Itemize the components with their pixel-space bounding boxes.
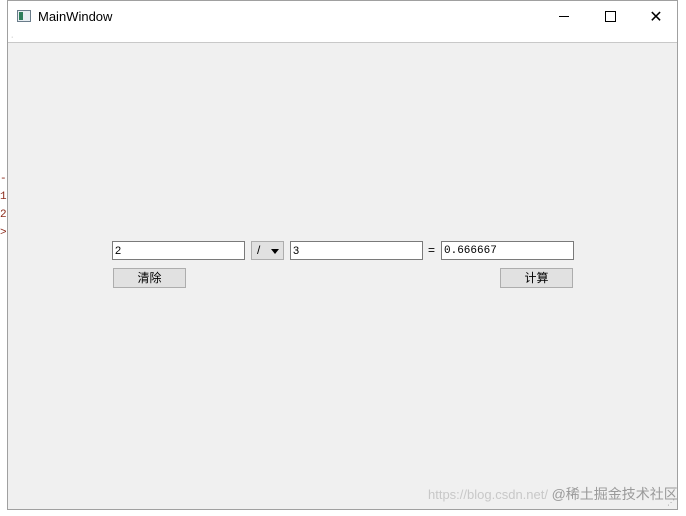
operator-value: / xyxy=(257,243,261,257)
maximize-button[interactable] xyxy=(587,1,633,32)
window-title: MainWindow xyxy=(38,9,113,24)
watermark: https://blog.csdn.net/ @稀土掘金技术社区 xyxy=(428,484,678,504)
title-bar[interactable]: MainWindow ✕ xyxy=(8,1,677,32)
menu-bar: · xyxy=(8,32,677,43)
app-window-icon xyxy=(17,10,31,22)
watermark-url: https://blog.csdn.net/ xyxy=(428,487,548,502)
clear-button[interactable]: 清除 xyxy=(113,268,186,288)
toolbar-grip-icon: · xyxy=(11,34,14,41)
minimize-button[interactable] xyxy=(541,1,587,32)
minimize-icon xyxy=(559,16,569,17)
equals-label: = xyxy=(428,243,436,257)
close-icon: ✕ xyxy=(649,8,663,26)
main-window: MainWindow ✕ · / = 清除 计算 ⋰ xyxy=(7,0,678,510)
operand2-input[interactable] xyxy=(290,241,423,260)
operator-select[interactable]: / xyxy=(251,241,284,260)
watermark-brand: @稀土掘金技术社区 xyxy=(551,486,678,502)
operand1-input[interactable] xyxy=(112,241,245,260)
maximize-icon xyxy=(604,11,616,22)
close-button[interactable]: ✕ xyxy=(633,1,679,32)
compute-button[interactable]: 计算 xyxy=(500,268,573,288)
result-field[interactable] xyxy=(441,241,574,260)
chevron-down-icon xyxy=(271,249,279,254)
